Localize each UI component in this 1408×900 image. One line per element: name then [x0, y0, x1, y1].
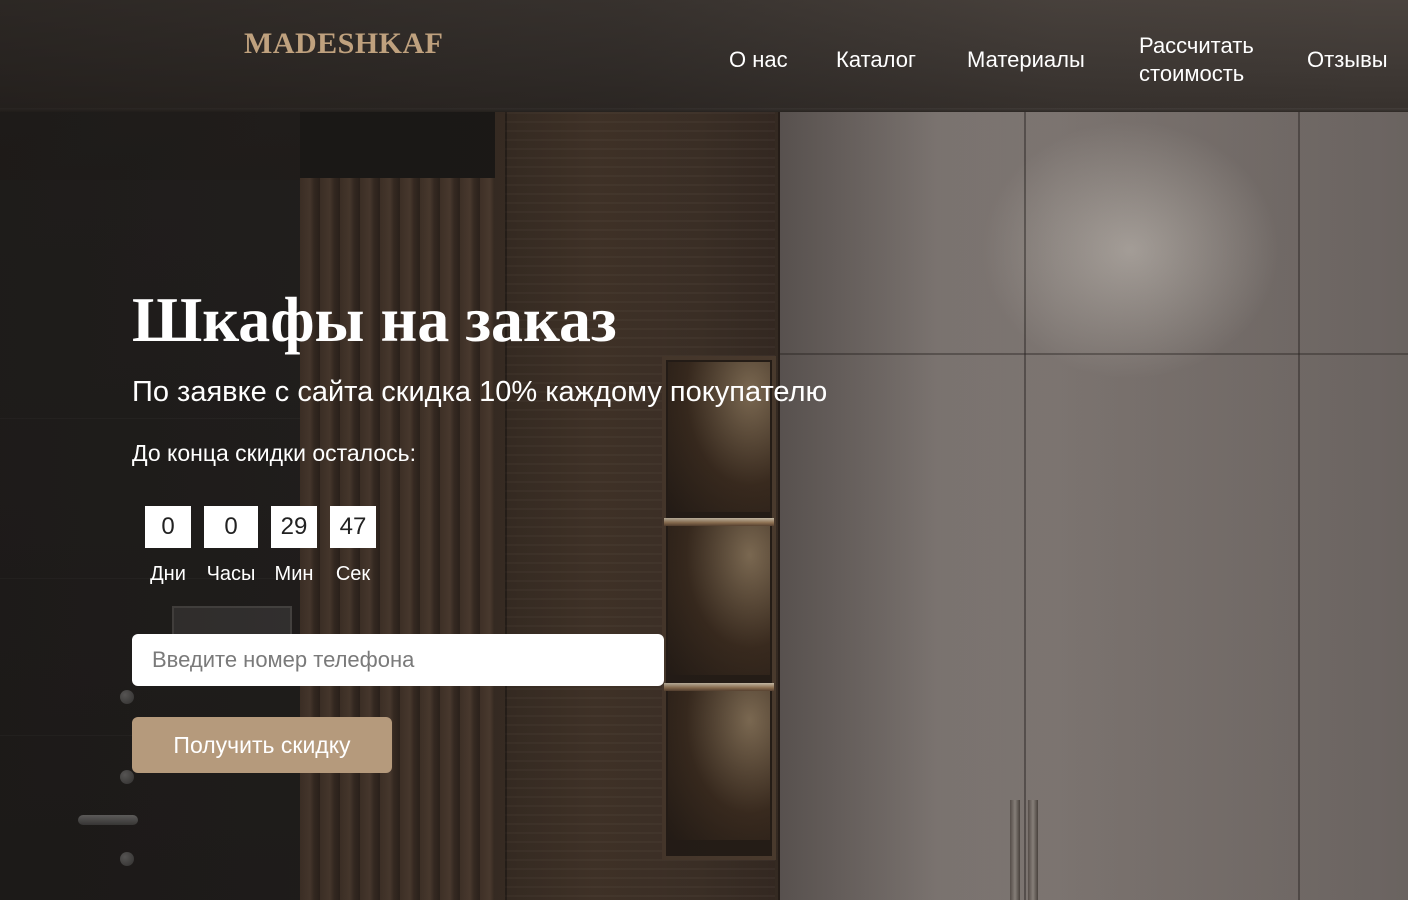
- timer-days-value: 0: [145, 506, 191, 548]
- timer-seconds-value: 47: [330, 506, 376, 548]
- timer-minutes: 29 Мин: [271, 506, 317, 586]
- timer-seconds: 47 Сек: [330, 506, 376, 586]
- phone-input[interactable]: [132, 634, 664, 686]
- timer-days-label: Дни: [150, 563, 186, 585]
- timer-minutes-label: Мин: [274, 563, 314, 585]
- timer-seconds-label: Сек: [335, 563, 371, 585]
- timer-caption: До конца скидки осталось:: [132, 440, 417, 466]
- timer-days: 0 Дни: [145, 506, 191, 586]
- hero-section: MADESHKAF О нас Каталог Материалы Рассчи…: [0, 0, 1408, 900]
- timer-hours-label: Часы: [206, 563, 256, 585]
- page-title: Шкафы на заказ: [132, 284, 617, 355]
- nav-reviews[interactable]: Отзывы: [1307, 46, 1388, 74]
- nav-calculate-cost[interactable]: Рассчитать стоимость: [1139, 32, 1254, 88]
- timer-hours: 0 Часы: [204, 506, 258, 586]
- get-discount-button[interactable]: Получить скидку: [132, 717, 392, 773]
- timer-hours-value: 0: [204, 506, 258, 548]
- nav-catalog[interactable]: Каталог: [836, 46, 916, 74]
- discount-subtitle: По заявке с сайта скидка 10% каждому пок…: [132, 376, 828, 408]
- nav-about[interactable]: О нас: [729, 46, 788, 74]
- main-nav: О нас Каталог Материалы Рассчитать стоим…: [0, 0, 1408, 112]
- nav-materials[interactable]: Материалы: [967, 46, 1085, 74]
- timer-minutes-value: 29: [271, 506, 317, 548]
